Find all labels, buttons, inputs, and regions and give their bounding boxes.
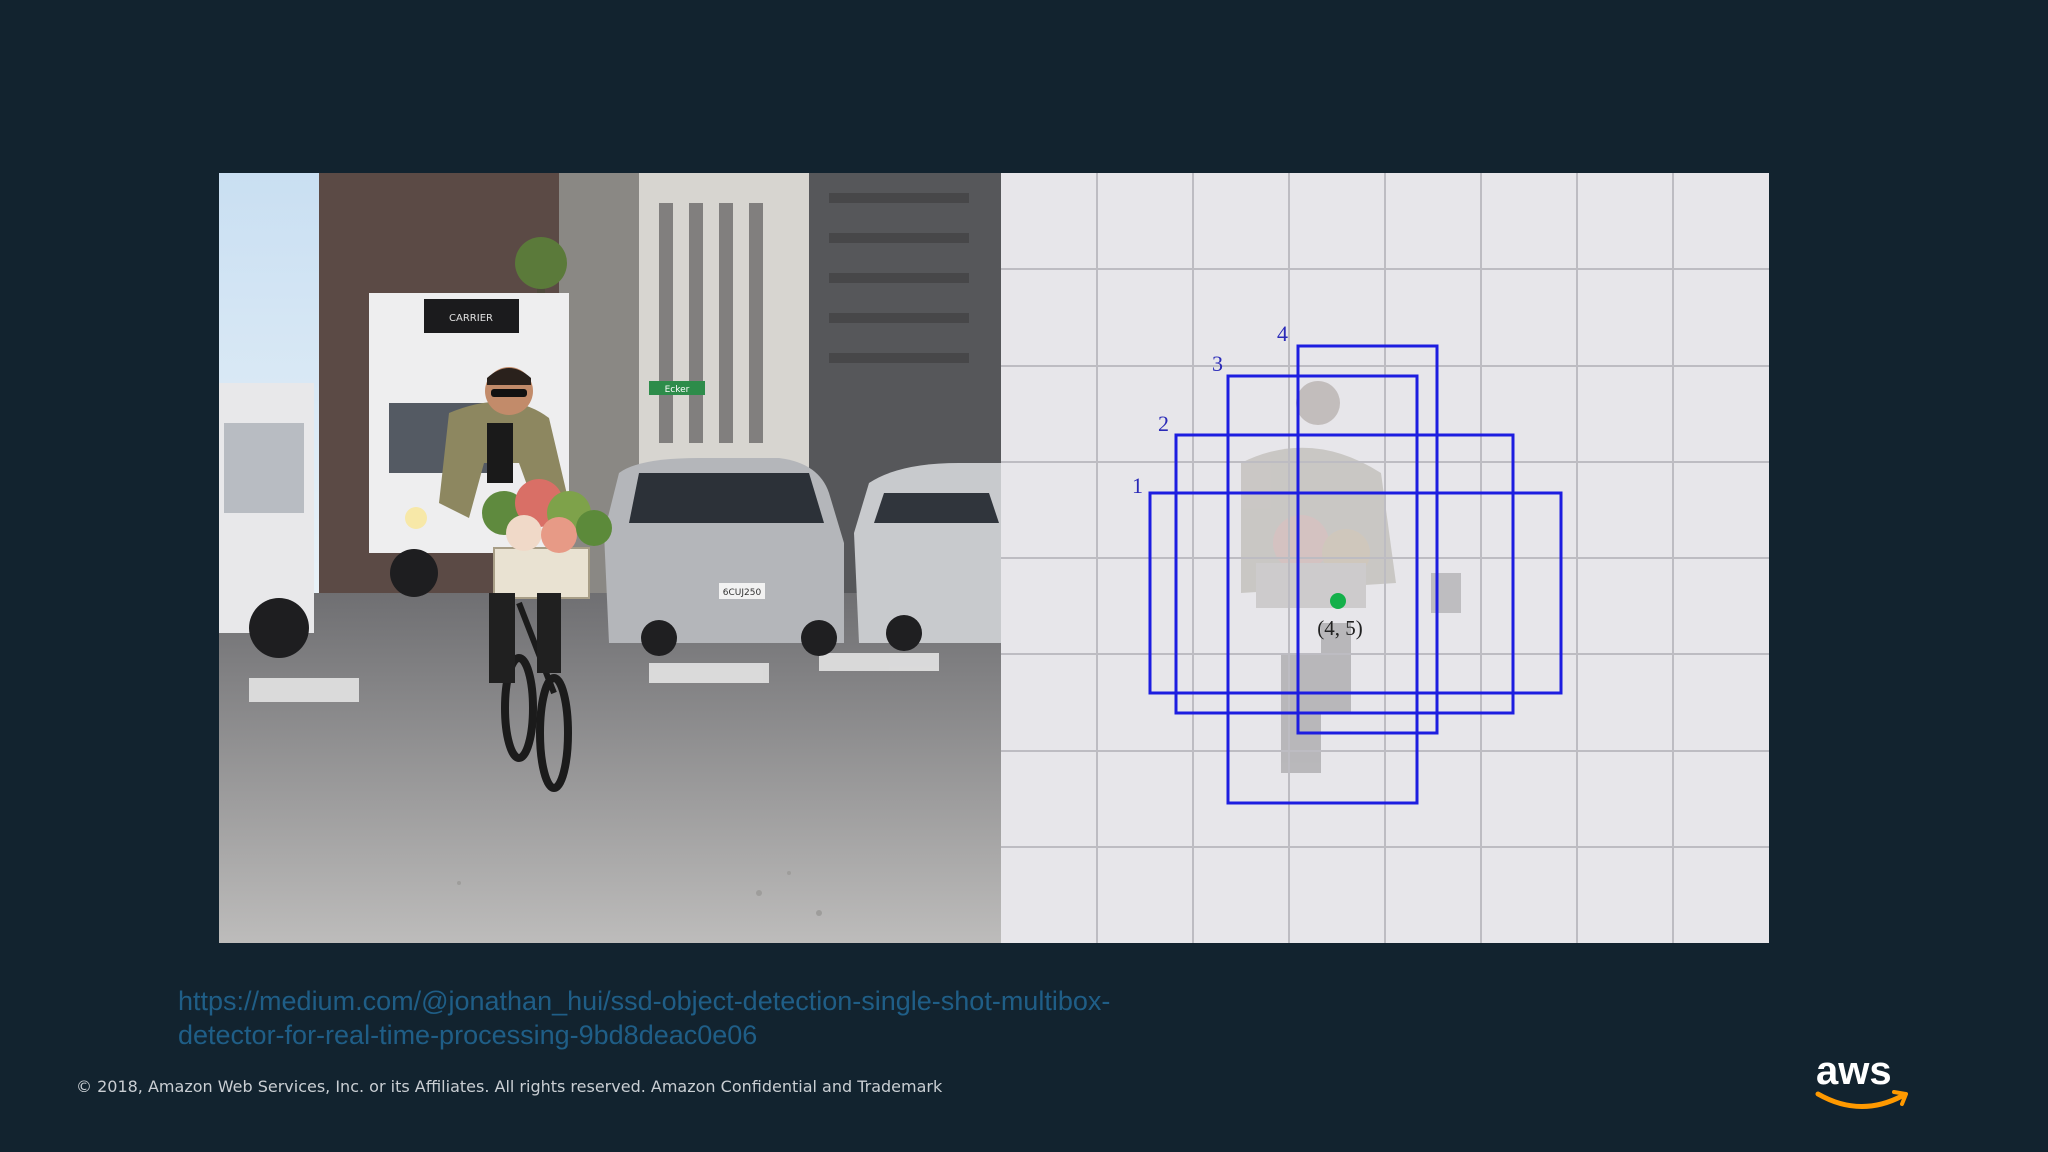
box-label-4: 4 bbox=[1277, 321, 1288, 346]
source-link[interactable]: https://medium.com/@jonathan_hui/ssd-obj… bbox=[178, 984, 1198, 1052]
street-photo: CARRIER 6CUJ250 Ecker bbox=[219, 173, 1001, 943]
grid-lines bbox=[1001, 173, 1769, 943]
default-box-grid: 1 2 3 4 (4, 5) bbox=[1001, 173, 1769, 943]
ssd-default-boxes-figure: CARRIER 6CUJ250 Ecker 1 2 3 4 (4, 5) bbox=[219, 173, 1769, 943]
box-label-2: 2 bbox=[1158, 411, 1169, 436]
cell-center-dot bbox=[1330, 593, 1346, 609]
box-label-1: 1 bbox=[1132, 473, 1143, 498]
default-box-diagram: 1 2 3 4 (4, 5) bbox=[1001, 173, 1769, 943]
truck-label: CARRIER bbox=[449, 313, 493, 324]
street-sign: Ecker bbox=[665, 385, 690, 395]
box-label-3: 3 bbox=[1212, 351, 1223, 376]
license-plate: 6CUJ250 bbox=[723, 588, 762, 598]
aws-logo: aws bbox=[1810, 1046, 1920, 1116]
street-photo-illustration: CARRIER 6CUJ250 Ecker bbox=[219, 173, 1001, 943]
copyright-text: © 2018, Amazon Web Services, Inc. or its… bbox=[76, 1077, 943, 1096]
aws-smile-icon bbox=[1815, 1091, 1905, 1109]
slide: CARRIER 6CUJ250 Ecker 1 2 3 4 (4, 5) htt… bbox=[0, 0, 2048, 1152]
cell-coordinate-label: (4, 5) bbox=[1317, 616, 1363, 640]
aws-logo-text: aws bbox=[1816, 1049, 1892, 1093]
